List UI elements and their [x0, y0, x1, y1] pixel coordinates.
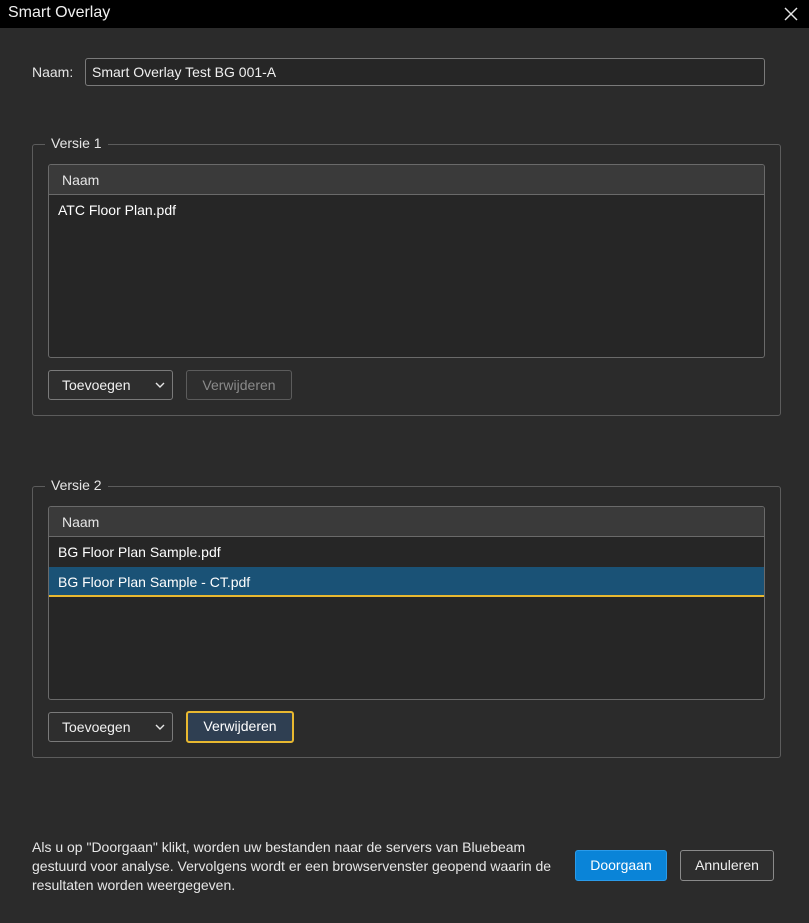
versie1-add-label: Toevoegen	[62, 377, 131, 393]
name-input[interactable]	[85, 58, 765, 86]
versie1-add-dropdown[interactable]: Toevoegen	[48, 370, 173, 400]
cancel-button[interactable]: Annuleren	[680, 850, 774, 881]
footer-message: Als u op "Doorgaan" klikt, worden uw bes…	[32, 839, 552, 893]
close-icon	[784, 7, 798, 21]
continue-button[interactable]: Doorgaan	[575, 850, 667, 881]
list-item[interactable]: BG Floor Plan Sample.pdf	[49, 537, 764, 567]
list-item-selected[interactable]: BG Floor Plan Sample - CT.pdf	[49, 567, 764, 597]
name-label: Naam:	[32, 64, 74, 80]
versie2-file-list[interactable]: Naam BG Floor Plan Sample.pdf BG Floor P…	[48, 506, 765, 700]
title-bar: Smart Overlay	[0, 0, 809, 28]
versie1-remove-button[interactable]: Verwijderen	[186, 370, 292, 400]
versie2-add-dropdown[interactable]: Toevoegen	[48, 712, 173, 742]
close-button[interactable]	[779, 2, 803, 26]
versie1-group: Versie 1 Naam ATC Floor Plan.pdf Toevoeg…	[32, 135, 781, 416]
chevron-down-icon	[155, 382, 165, 388]
list-item[interactable]: ATC Floor Plan.pdf	[49, 195, 764, 225]
versie2-group: Versie 2 Naam BG Floor Plan Sample.pdf B…	[32, 477, 781, 758]
versie1-file-list[interactable]: Naam ATC Floor Plan.pdf	[48, 164, 765, 358]
versie2-legend: Versie 2	[45, 477, 108, 493]
versie2-column-header[interactable]: Naam	[49, 507, 764, 537]
chevron-down-icon	[155, 724, 165, 730]
window-title: Smart Overlay	[8, 4, 111, 21]
versie1-column-header[interactable]: Naam	[49, 165, 764, 195]
versie1-legend: Versie 1	[45, 135, 108, 151]
versie2-add-label: Toevoegen	[62, 719, 131, 735]
versie2-remove-button[interactable]: Verwijderen	[186, 711, 294, 743]
